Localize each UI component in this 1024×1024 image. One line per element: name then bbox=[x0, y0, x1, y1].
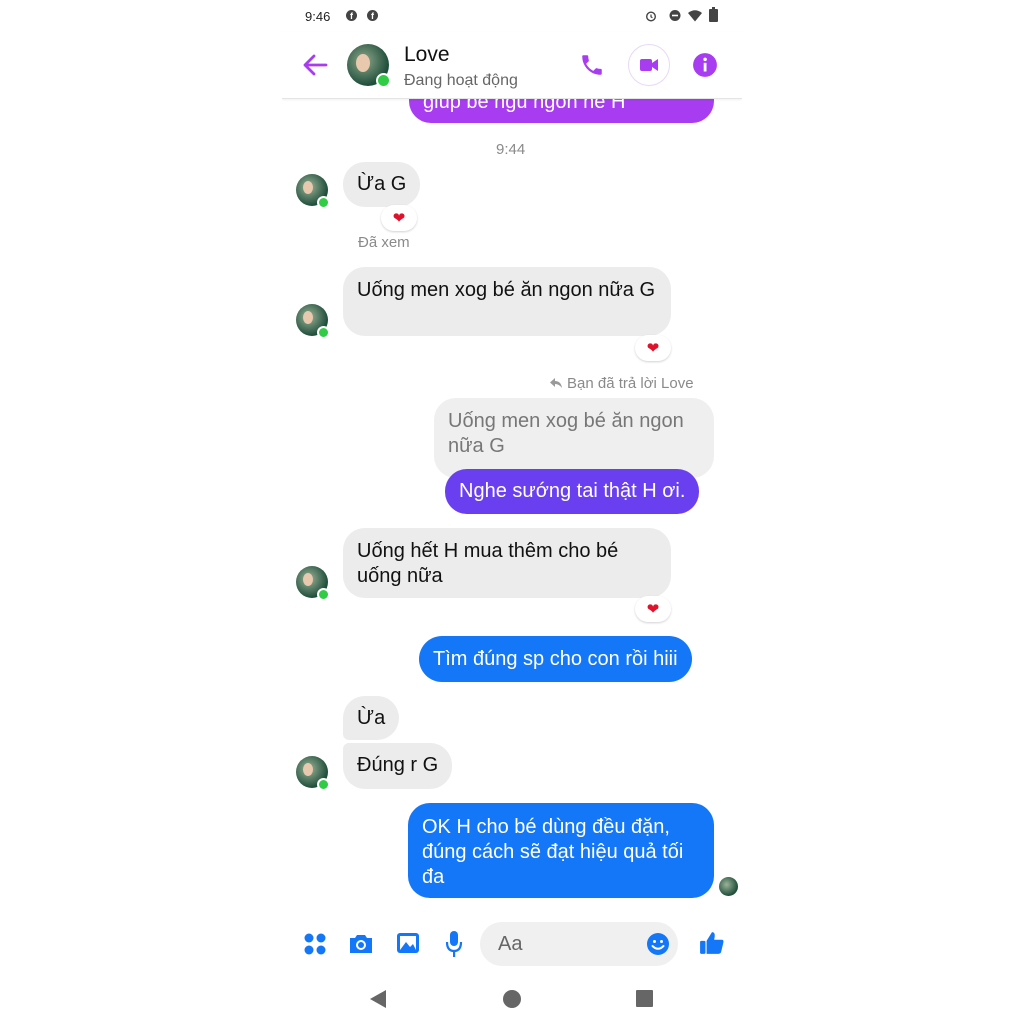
nav-back-icon[interactable] bbox=[369, 989, 387, 1009]
online-indicator bbox=[317, 196, 330, 209]
status-time: 9:46 bbox=[305, 9, 331, 24]
like-icon[interactable] bbox=[699, 930, 725, 956]
messenger-screen: 9:46 f f giúp bé ngủ ngon nè H 9:44 Ừa G… bbox=[282, 0, 742, 1024]
heart-reaction-icon[interactable]: ❤ bbox=[635, 596, 671, 622]
camera-icon[interactable] bbox=[348, 933, 374, 955]
received-message[interactable]: Uống men xog bé ăn ngon nữa G bbox=[343, 267, 671, 336]
video-icon bbox=[640, 59, 658, 71]
conversation-header: Love Đang hoạt động bbox=[282, 32, 742, 99]
sent-reply-message[interactable]: Nghe sướng tai thật H ơi. bbox=[445, 469, 700, 514]
read-receipt-avatar bbox=[719, 877, 738, 896]
online-indicator bbox=[376, 73, 391, 88]
received-message[interactable]: Ừa G bbox=[343, 162, 421, 207]
reply-note: Bạn đã trả lời Love bbox=[567, 375, 694, 392]
online-indicator bbox=[317, 778, 330, 791]
mic-icon[interactable] bbox=[445, 930, 463, 958]
alarm-icon bbox=[645, 11, 657, 22]
contact-name[interactable]: Love bbox=[404, 43, 450, 67]
nav-home-icon[interactable] bbox=[503, 990, 521, 1008]
phone-icon[interactable] bbox=[579, 52, 605, 78]
apps-icon[interactable] bbox=[303, 932, 327, 956]
sent-message[interactable]: OK H cho bé dùng đều đặn, đúng cách sẽ đ… bbox=[408, 803, 714, 898]
message-input-placeholder: Aa bbox=[498, 933, 523, 955]
message-input[interactable]: Aa bbox=[480, 922, 678, 966]
quoted-message[interactable]: Uống men xog bé ăn ngon nữa G bbox=[434, 398, 714, 478]
heart-reaction-icon[interactable]: ❤ bbox=[381, 205, 417, 231]
online-indicator bbox=[317, 326, 330, 339]
online-indicator bbox=[317, 588, 330, 601]
received-message[interactable]: Ừa bbox=[343, 696, 400, 740]
heart-reaction-icon[interactable]: ❤ bbox=[635, 335, 671, 361]
wifi-icon bbox=[688, 10, 702, 22]
active-status: Đang hoạt động bbox=[404, 72, 518, 89]
sent-message[interactable]: Tìm đúng sp cho con rồi hiii bbox=[419, 636, 692, 682]
battery-icon bbox=[709, 7, 718, 22]
facebook-notification-icon-2: f bbox=[367, 10, 378, 21]
video-call-button[interactable] bbox=[628, 44, 670, 86]
gallery-icon[interactable] bbox=[396, 932, 420, 954]
timestamp: 9:44 bbox=[496, 141, 526, 158]
seen-label: Đã xem bbox=[358, 234, 410, 251]
back-arrow-icon[interactable] bbox=[302, 54, 328, 76]
emoji-icon[interactable] bbox=[646, 932, 670, 956]
info-icon[interactable] bbox=[692, 52, 718, 78]
do-not-disturb-icon bbox=[669, 10, 681, 21]
received-message[interactable]: Đúng r G bbox=[343, 743, 453, 789]
facebook-notification-icon: f bbox=[346, 10, 357, 21]
received-message[interactable]: Uống hết H mua thêm cho bé uống nữa bbox=[343, 528, 671, 598]
reply-icon bbox=[550, 378, 562, 388]
nav-recents-icon[interactable] bbox=[636, 990, 653, 1007]
